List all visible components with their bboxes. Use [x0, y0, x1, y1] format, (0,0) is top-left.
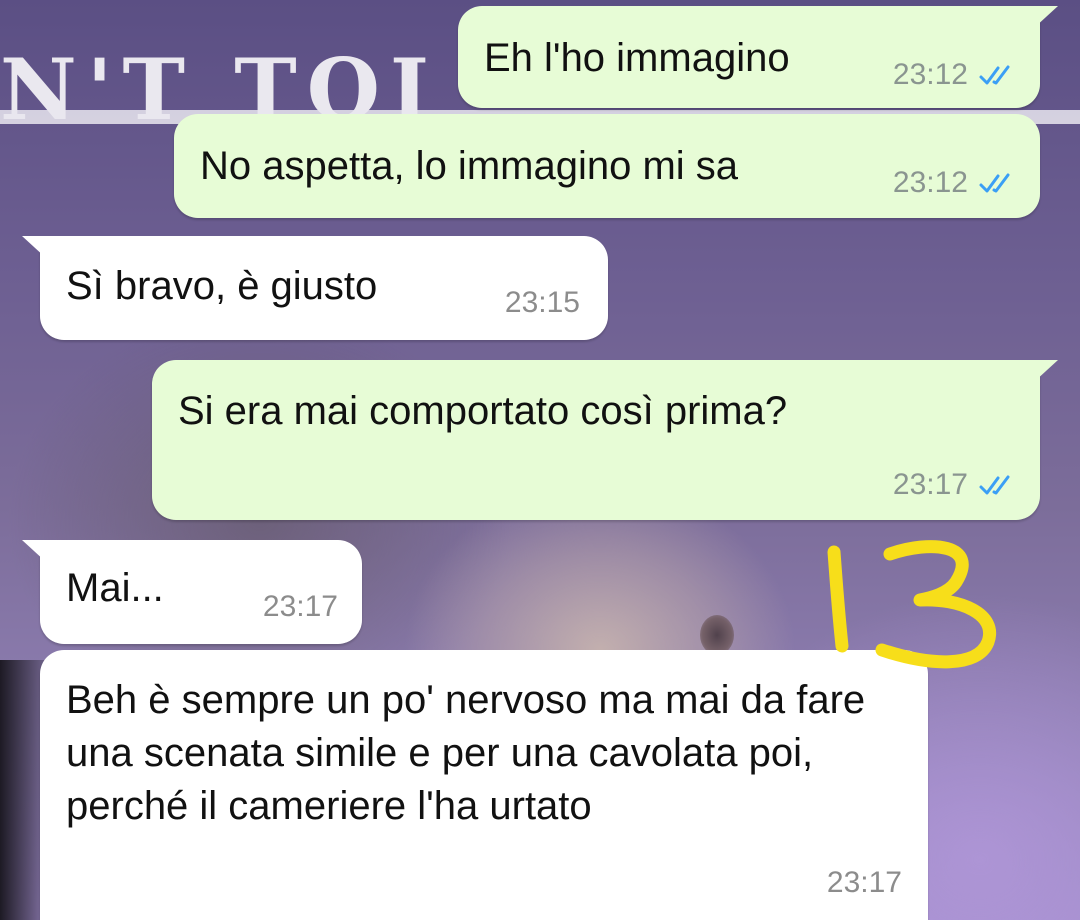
bubble-tail [1034, 6, 1058, 28]
message-time: 23:17 [262, 590, 338, 623]
message-time: 23:17 [826, 866, 902, 899]
message-bubble-outgoing[interactable]: Eh l'ho immagino 23:12 [458, 6, 1058, 108]
message-meta: 23:17 [827, 866, 902, 900]
message-time: 23:12 [892, 166, 968, 199]
message-text: Si era mai comportato così prima? [178, 389, 788, 433]
message-meta: 23:17 [263, 590, 338, 624]
message-meta: 23:12 [893, 166, 1018, 200]
message-meta: 23:12 [893, 58, 1018, 92]
double-check-read-icon [979, 65, 1010, 85]
message-time: 23:15 [504, 286, 580, 319]
bubble-tail [1034, 360, 1058, 382]
message-time: 23:12 [892, 58, 968, 91]
message-bubble-incoming[interactable]: Sì bravo, è giusto 23:15 [22, 236, 608, 340]
message-text: Mai... [66, 566, 164, 610]
double-check-read-icon [979, 173, 1010, 193]
message-text: Sì bravo, è giusto [66, 264, 378, 308]
handwritten-13-annotation [827, 540, 997, 669]
message-text: Beh è sempre un po' nervoso ma mai da fa… [66, 678, 866, 828]
message-bubble-outgoing[interactable]: No aspetta, lo immagino mi sa 23:12 [174, 114, 1040, 218]
message-text: Eh l'ho immagino [484, 36, 790, 80]
message-time: 23:17 [892, 468, 968, 501]
message-meta: 23:15 [505, 286, 580, 320]
message-bubble-incoming[interactable]: Beh è sempre un po' nervoso ma mai da fa… [40, 650, 928, 920]
message-text: No aspetta, lo immagino mi sa [200, 144, 739, 188]
message-bubble-outgoing[interactable]: Si era mai comportato così prima? 23:17 [152, 360, 1058, 520]
background-photo-detail [700, 615, 734, 655]
message-bubble-incoming[interactable]: Mai... 23:17 [22, 540, 362, 644]
message-meta: 23:17 [893, 468, 1018, 502]
bubble-tail [22, 540, 46, 562]
bubble-tail [22, 236, 46, 258]
double-check-read-icon [979, 475, 1010, 495]
